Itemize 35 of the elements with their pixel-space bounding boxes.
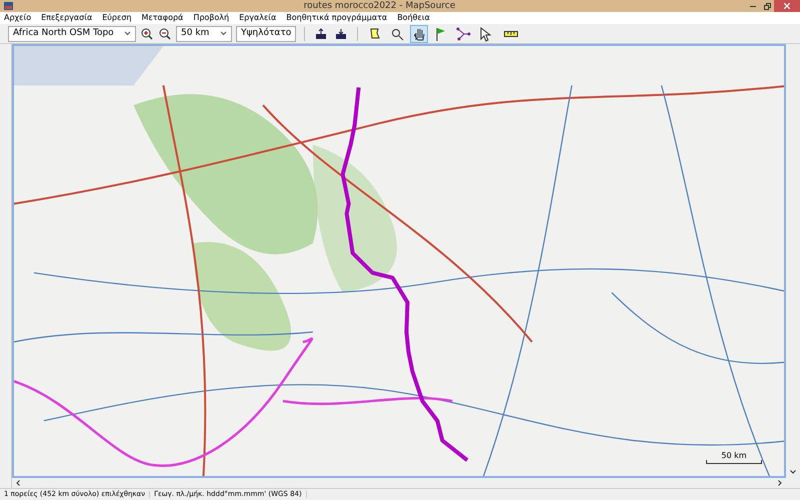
zoom-scale-dropdown[interactable]: 50 km [176,26,232,42]
device-upload-icon [315,28,327,40]
app-icon [4,2,13,10]
zoom-in-icon [141,28,153,40]
scale-label: 50 km [721,452,747,460]
map-tool-button[interactable] [454,24,472,42]
scroll-right-icon [778,480,782,486]
window-title: routes morocco2022 - MapSource [302,2,456,10]
menu-item[interactable]: Μεταφορά [141,14,184,22]
caret-icon [124,31,131,36]
restore-icon [764,2,770,10]
ruler-icon [504,30,518,36]
menu-item[interactable]: Εύρεση [102,14,132,22]
menu-item[interactable]: Προβολή [193,14,230,22]
device-download-icon [335,28,347,40]
route-tool-icon [455,26,471,42]
menu-item[interactable]: Εργαλεία [239,14,276,22]
detail-dropdown[interactable]: Υψηλότατο [236,26,296,42]
close-icon [784,3,790,9]
map-product-dropdown[interactable]: Africa North OSM Topo [8,26,136,42]
menu-item[interactable]: Βοηθητικά προγράμματα [286,14,388,22]
scroll-down-icon [790,470,796,474]
menu-item[interactable]: Βοήθεια [397,14,430,22]
close-button[interactable] [774,0,800,12]
menu-item[interactable]: Αρχείο [4,14,32,22]
minimize-icon [750,5,756,7]
scroll-left-icon [16,480,20,486]
zoom-in-button[interactable] [140,26,154,40]
map-tool-button[interactable] [410,24,428,42]
caret-icon [220,31,227,36]
receive-button[interactable] [313,26,329,42]
zoom-out-button[interactable] [158,26,172,40]
scale-bar-icon [706,460,762,464]
menu-item[interactable]: Επεξεργασία [41,14,92,22]
zoom-out-icon [159,28,171,40]
